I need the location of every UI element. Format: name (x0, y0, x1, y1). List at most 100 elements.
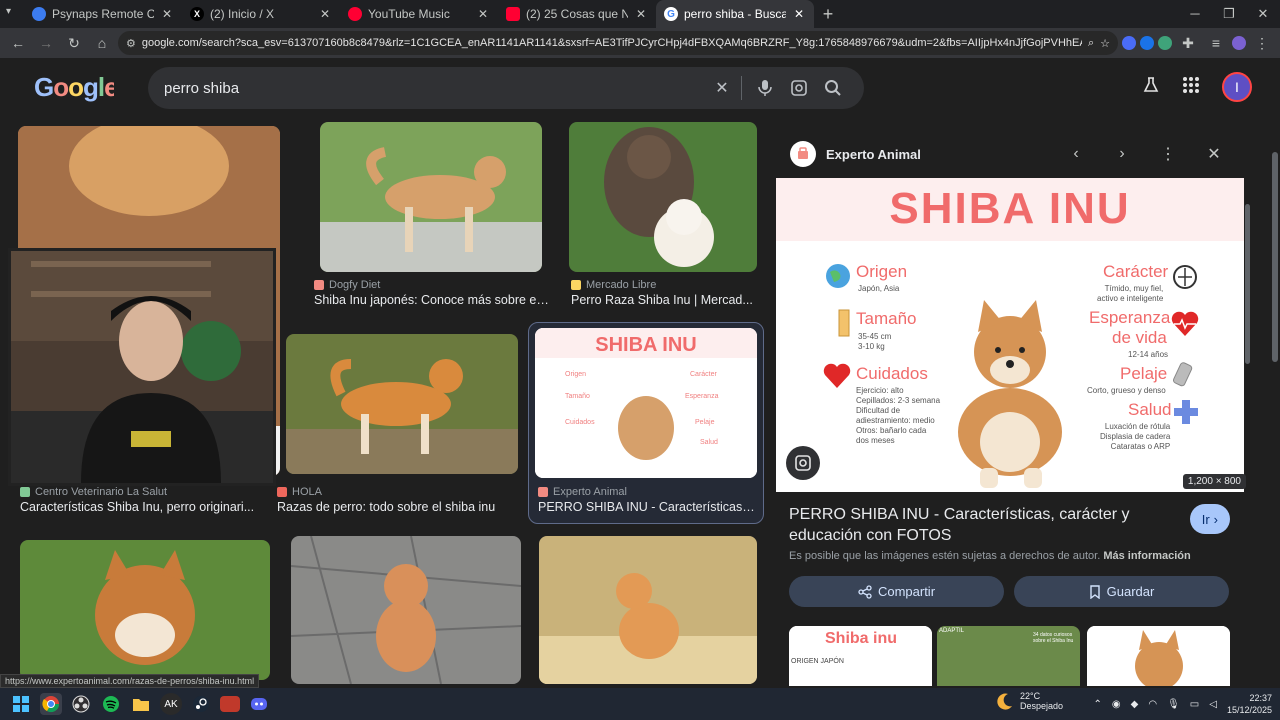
new-tab-icon[interactable]: + (814, 4, 842, 25)
minimize-icon[interactable]: ─ (1178, 0, 1212, 28)
reading-list-icon[interactable]: ≡ (1204, 31, 1228, 55)
site-info-icon[interactable]: ⚙ (126, 37, 136, 50)
network-icon[interactable]: ▭ (1190, 699, 1199, 710)
result-title[interactable]: Perro Raza Shiba Inu | Mercad... (571, 293, 757, 307)
extensions-puzzle-icon[interactable]: ✚ (1176, 31, 1200, 55)
close-tab-icon[interactable]: ✕ (792, 7, 806, 21)
google-logo[interactable]: Google (34, 72, 119, 111)
home-icon[interactable]: ⌂ (90, 31, 114, 55)
related-image-1[interactable]: Shiba inu ORIGEN JAPÓN (789, 626, 932, 686)
bookmark-star-icon[interactable]: ☆ (1100, 37, 1110, 50)
tray-app-icon[interactable]: ◉ (1112, 699, 1121, 710)
tab-search-icon[interactable]: ▾ (6, 6, 11, 17)
clock[interactable]: 22:37 15/12/2025 (1227, 692, 1272, 716)
voice-search-icon[interactable] (750, 73, 780, 103)
result-image-infographic[interactable]: SHIBA INU Origen Tamaño Cuidados Carácter Esp… (535, 328, 757, 478)
result-image-shiba-5[interactable] (20, 540, 270, 680)
close-tab-icon[interactable]: ✕ (476, 7, 490, 21)
profile-avatar-icon[interactable] (1232, 36, 1246, 50)
svg-text:Salud: Salud (700, 439, 718, 446)
app-ak-icon[interactable]: AK (160, 693, 182, 715)
preview-image[interactable]: SHIBA INU Origen Japón, Asia Tamaño 35-4… (776, 178, 1244, 492)
shiba-dog-illustration (958, 300, 1062, 488)
next-image-icon[interactable]: › (1104, 145, 1140, 163)
more-info-link[interactable]: Más información (1103, 550, 1190, 562)
weather-widget[interactable]: 22°C Despejado (996, 691, 1063, 711)
result-image-shiba-2[interactable] (320, 122, 542, 272)
previous-image-icon[interactable]: ‹ (1058, 145, 1094, 163)
related-image-2[interactable]: ADAPTIL 34 datos curiosos sobre el Shiba… (937, 626, 1080, 686)
address-bar[interactable]: ⚙ google.com/search?sca_esv=613707160b8c… (118, 31, 1118, 55)
zoom-icon[interactable]: ⌕ (1088, 37, 1094, 50)
spotify-icon[interactable] (100, 693, 122, 715)
tab-youtube-music[interactable]: YouTube Music ✕ (340, 0, 498, 28)
extension-icon[interactable] (1158, 36, 1172, 50)
close-panel-icon[interactable]: ✕ (1196, 144, 1232, 164)
microphone-icon[interactable]: 🎙 (1167, 699, 1180, 710)
panel-image-title[interactable]: PERRO SHIBA INU - Características, carác… (789, 504, 1149, 546)
search-submit-icon[interactable] (818, 73, 848, 103)
result-image-shiba-6[interactable] (291, 536, 521, 684)
chrome-icon[interactable] (40, 693, 62, 715)
result-image-shiba-7[interactable] (539, 536, 757, 684)
save-button[interactable]: Guardar (1014, 576, 1229, 607)
google-favicon-icon: G (664, 7, 678, 21)
page-scrollbar[interactable] (1272, 152, 1278, 362)
share-button-label: Compartir (877, 584, 936, 599)
back-icon[interactable]: ← (6, 31, 30, 55)
file-explorer-icon[interactable] (130, 693, 152, 715)
apps-grid-icon[interactable] (1182, 76, 1200, 99)
svg-text:Cuidados: Cuidados (565, 419, 595, 426)
panel-source-name[interactable]: Experto Animal (826, 147, 1048, 162)
close-tab-icon[interactable]: ✕ (160, 7, 174, 21)
wifi-icon[interactable]: ◠ (1148, 699, 1157, 710)
windows-start-icon[interactable] (10, 693, 32, 715)
obs-icon[interactable] (70, 693, 92, 715)
close-window-icon[interactable]: ✕ (1246, 0, 1280, 28)
volume-icon[interactable]: ◁ (1209, 699, 1217, 710)
related-image-3[interactable] (1087, 626, 1230, 686)
result-title[interactable]: Características Shiba Inu, perro origina… (20, 500, 260, 514)
clear-search-icon[interactable]: ✕ (707, 73, 737, 103)
tab-youtube[interactable]: (2) 25 Cosas que NO Sabías hac ✕ (498, 0, 656, 28)
result-title[interactable]: PERRO SHIBA INU - Características, ... (538, 500, 756, 514)
lens-search-image-button[interactable] (786, 446, 820, 480)
extension-icon[interactable] (1140, 36, 1154, 50)
share-button[interactable]: Compartir (789, 576, 1004, 607)
labs-flask-icon[interactable] (1142, 76, 1160, 99)
streamer-app-icon[interactable] (220, 696, 240, 712)
browser-menu-icon[interactable]: ⋮ (1250, 31, 1274, 55)
result-image-shiba-4[interactable] (286, 334, 518, 474)
lens-search-icon[interactable] (784, 73, 814, 103)
globe-icon (826, 264, 850, 288)
more-options-icon[interactable]: ⋮ (1150, 144, 1186, 164)
search-input[interactable] (164, 79, 703, 97)
related-2-text: 34 datos curiosos sobre el Shiba Inu (1033, 632, 1074, 644)
extension-icon[interactable] (1122, 36, 1136, 50)
visit-button[interactable]: Ir › (1189, 504, 1230, 534)
label-caracter: Carácter (1103, 262, 1169, 281)
ruler-icon (838, 309, 850, 337)
value-cuidados: Ejercicio: alto Cepillados: 2-3 semana D… (856, 386, 941, 445)
tab-x[interactable]: X (2) Inicio / X ✕ (182, 0, 340, 28)
show-hidden-icons-icon[interactable]: ⌃ (1094, 699, 1102, 710)
close-tab-icon[interactable]: ✕ (318, 7, 332, 21)
discord-icon[interactable] (248, 693, 270, 715)
result-image-shiba-3[interactable] (569, 122, 757, 272)
tab-psynaps[interactable]: Psynaps Remote Control ✕ (24, 0, 182, 28)
reload-icon[interactable]: ↻ (62, 31, 86, 55)
forward-icon[interactable]: → (34, 31, 58, 55)
close-tab-icon[interactable]: ✕ (634, 7, 648, 21)
steam-icon[interactable] (190, 693, 212, 715)
windows-taskbar: AK (0, 688, 1280, 720)
svg-text:Pelaje: Pelaje (695, 419, 715, 426)
tab-google-search[interactable]: G perro shiba - Buscar con Googl ✕ (656, 0, 814, 28)
moon-icon (997, 693, 1012, 710)
panel-scrollbar[interactable] (1245, 204, 1250, 364)
result-title[interactable]: Razas de perro: todo sobre el shiba inu (277, 500, 517, 514)
result-title[interactable]: Shiba Inu japonés: Conoce más sobre es..… (314, 293, 550, 307)
account-avatar[interactable]: I (1222, 72, 1252, 102)
youtube-favicon-icon (506, 7, 520, 21)
tray-app-icon[interactable]: ◆ (1131, 699, 1139, 710)
restore-icon[interactable]: ❐ (1212, 0, 1246, 28)
